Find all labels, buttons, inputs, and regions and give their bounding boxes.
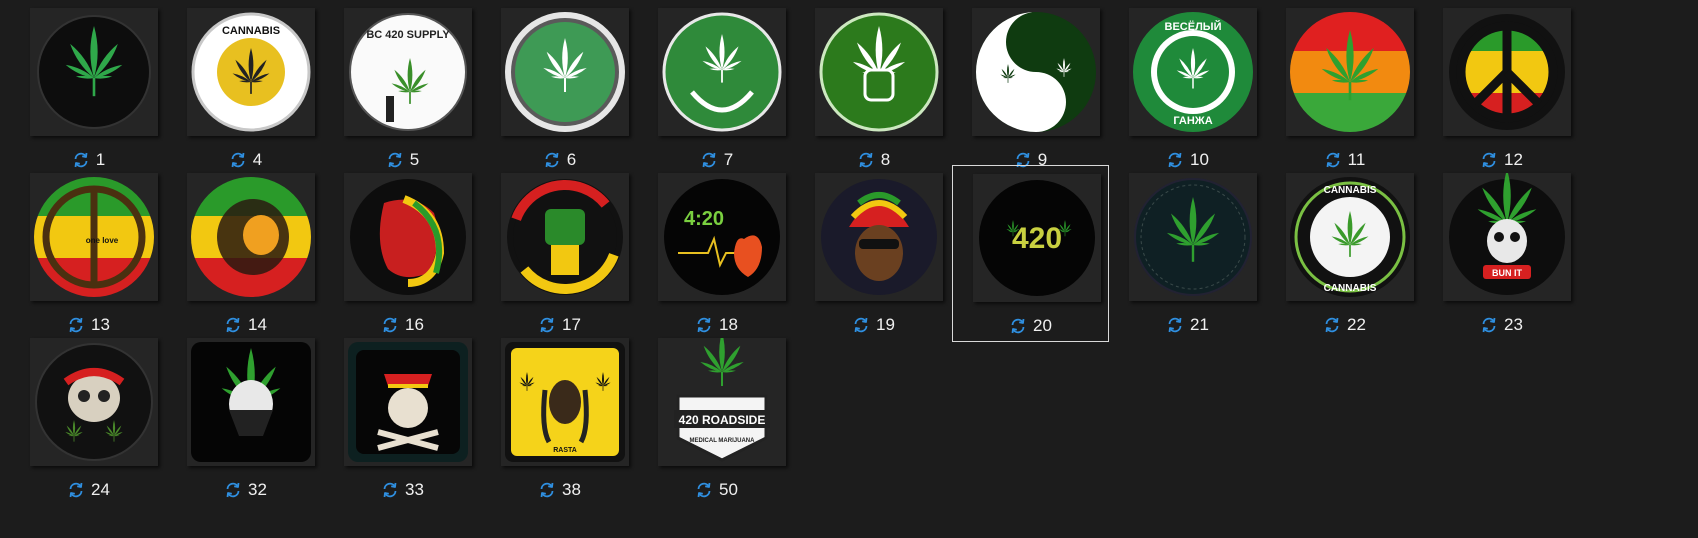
sticker-item-18[interactable]: 4:20 18 [638,165,795,342]
sync-icon[interactable] [67,481,85,499]
sticker-caption: 24 [10,480,167,500]
veselyi-ganja-badge-icon[interactable]: ВЕСЁЛЫЙ ГАНЖА [1129,8,1257,136]
sticker-caption: 23 [1423,315,1580,335]
svg-text:CANNABIS: CANNABIS [1324,185,1377,196]
sticker-item-10[interactable]: ВЕСЁЛЫЙ ГАНЖА 10 [1109,0,1266,177]
cannabis-rasta-badge-icon[interactable]: CANNABIS [187,8,315,136]
sticker-number: 23 [1504,315,1523,334]
green-leaf-dripping-icon[interactable] [30,8,158,136]
fist-leaf-icon[interactable] [815,8,943,136]
sticker-number: 21 [1190,315,1209,334]
sync-icon[interactable] [852,316,870,334]
skull-leaf-bun-it-icon[interactable]: BUN IT [1443,173,1571,301]
rasta-portrait-icon[interactable]: RASTA [501,338,629,466]
sticker-item-50[interactable]: 420 ROADSIDE MEDICAL MARIJUANA 50 [638,330,795,507]
svg-text:ГАНЖА: ГАНЖА [1173,115,1212,127]
svg-text:BUN IT: BUN IT [1492,268,1522,278]
sync-icon[interactable] [1323,316,1341,334]
sticker-caption: 22 [1266,315,1423,335]
sticker-item-8[interactable]: 8 [795,0,952,177]
sticker-item-16[interactable]: 16 [324,165,481,342]
peace-one-love-icon[interactable]: one love [30,173,158,301]
sync-icon[interactable] [1480,316,1498,334]
bandana-skull-icon[interactable] [187,338,315,466]
sticker-item-6[interactable]: 6 [481,0,638,177]
sticker-item-14[interactable]: 14 [167,165,324,342]
bc-420-supply-icon[interactable]: BC 420 SUPPLY [344,8,472,136]
sync-icon[interactable] [1166,316,1184,334]
svg-text:CANNABIS: CANNABIS [222,25,280,37]
sync-icon[interactable] [381,481,399,499]
sticker-item-20[interactable]: 420 20 [952,165,1109,342]
sticker-number: 50 [719,480,738,499]
sticker-item-4[interactable]: CANNABIS 4 [167,0,324,177]
sticker-item-12[interactable]: 12 [1423,0,1580,177]
sticker-item-32[interactable]: 32 [167,330,324,507]
sticker-item-11[interactable]: 11 [1266,0,1423,177]
yin-yang-leaf-icon[interactable] [972,8,1100,136]
cannabis-ring-badge-icon[interactable]: CANNABIS CANNABIS [1286,173,1414,301]
svg-text:420: 420 [1012,222,1062,255]
sticker-item-17[interactable]: 17 [481,165,638,342]
sticker-number: 22 [1347,315,1366,334]
svg-text:RASTA: RASTA [553,447,577,454]
sticker-number: 32 [248,480,267,499]
sync-icon[interactable] [538,481,556,499]
svg-text:CANNABIS: CANNABIS [1324,283,1377,294]
sticker-caption: 32 [167,480,324,500]
sync-icon[interactable] [695,481,713,499]
sticker-number: 24 [91,480,110,499]
peace-sign-rasta-icon[interactable] [1443,8,1571,136]
sticker-item-24[interactable]: 24 [10,330,167,507]
leaf-in-hands-icon[interactable] [658,8,786,136]
sticker-item-1[interactable]: 1 [10,0,167,177]
420-text-icon[interactable]: 420 [973,174,1101,302]
svg-text:420 ROADSIDE: 420 ROADSIDE [679,413,766,427]
sticker-caption: 20 [953,316,1108,336]
sticker-number: 19 [876,315,895,334]
sticker-item-21[interactable]: 21 [1109,165,1266,342]
svg-text:BC 420 SUPPLY: BC 420 SUPPLY [366,29,450,41]
svg-text:ВЕСЁЛЫЙ: ВЕСЁЛЫЙ [1165,20,1222,33]
420-heart-icon[interactable]: 4:20 [658,173,786,301]
sticker-caption: 38 [481,480,638,500]
sync-icon[interactable] [1009,317,1027,335]
sticker-caption: 19 [795,315,952,335]
sticker-caption: 50 [638,480,795,500]
leaf-rasta-stripes-icon[interactable] [1286,8,1414,136]
skull-smoke-icon[interactable] [30,338,158,466]
sticker-item-23[interactable]: BUN IT 23 [1423,165,1580,342]
white-leaf-green-circle-icon[interactable] [501,8,629,136]
sticker-item-22[interactable]: CANNABIS CANNABIS 22 [1266,165,1423,342]
sticker-item-38[interactable]: RASTA 38 [481,330,638,507]
sticker-item-9[interactable]: 9 [952,0,1109,177]
sticker-number: 33 [405,480,424,499]
sticker-item-19[interactable]: 19 [795,165,952,342]
raised-fist-icon[interactable] [501,173,629,301]
sticker-item-13[interactable]: one love 13 [10,165,167,342]
420-roadside-icon[interactable]: 420 ROADSIDE MEDICAL MARIJUANA [658,338,786,466]
rasta-lion-icon[interactable] [187,173,315,301]
sync-icon[interactable] [224,481,242,499]
sticker-grid: 1 CANNABIS 4 BC 420 SUPPLY 5 6 7 8 9 ВЕСЁЛЫЙ ГАНЖА… [0,0,1698,538]
sticker-caption: 21 [1109,315,1266,335]
svg-text:MEDICAL MARIJUANA: MEDICAL MARIJUANA [690,438,756,444]
green-leaf-dark-icon[interactable] [1129,173,1257,301]
lion-head-dark-icon[interactable] [344,173,472,301]
svg-text:one love: one love [86,236,119,245]
svg-text:4:20: 4:20 [684,208,724,230]
rasta-man-icon[interactable] [815,173,943,301]
sticker-number: 20 [1033,316,1052,335]
sticker-item-33[interactable]: 33 [324,330,481,507]
rasta-skull-crossbones-icon[interactable] [344,338,472,466]
sticker-item-5[interactable]: BC 420 SUPPLY 5 [324,0,481,177]
sticker-item-7[interactable]: 7 [638,0,795,177]
sticker-number: 38 [562,480,581,499]
sticker-caption: 33 [324,480,481,500]
